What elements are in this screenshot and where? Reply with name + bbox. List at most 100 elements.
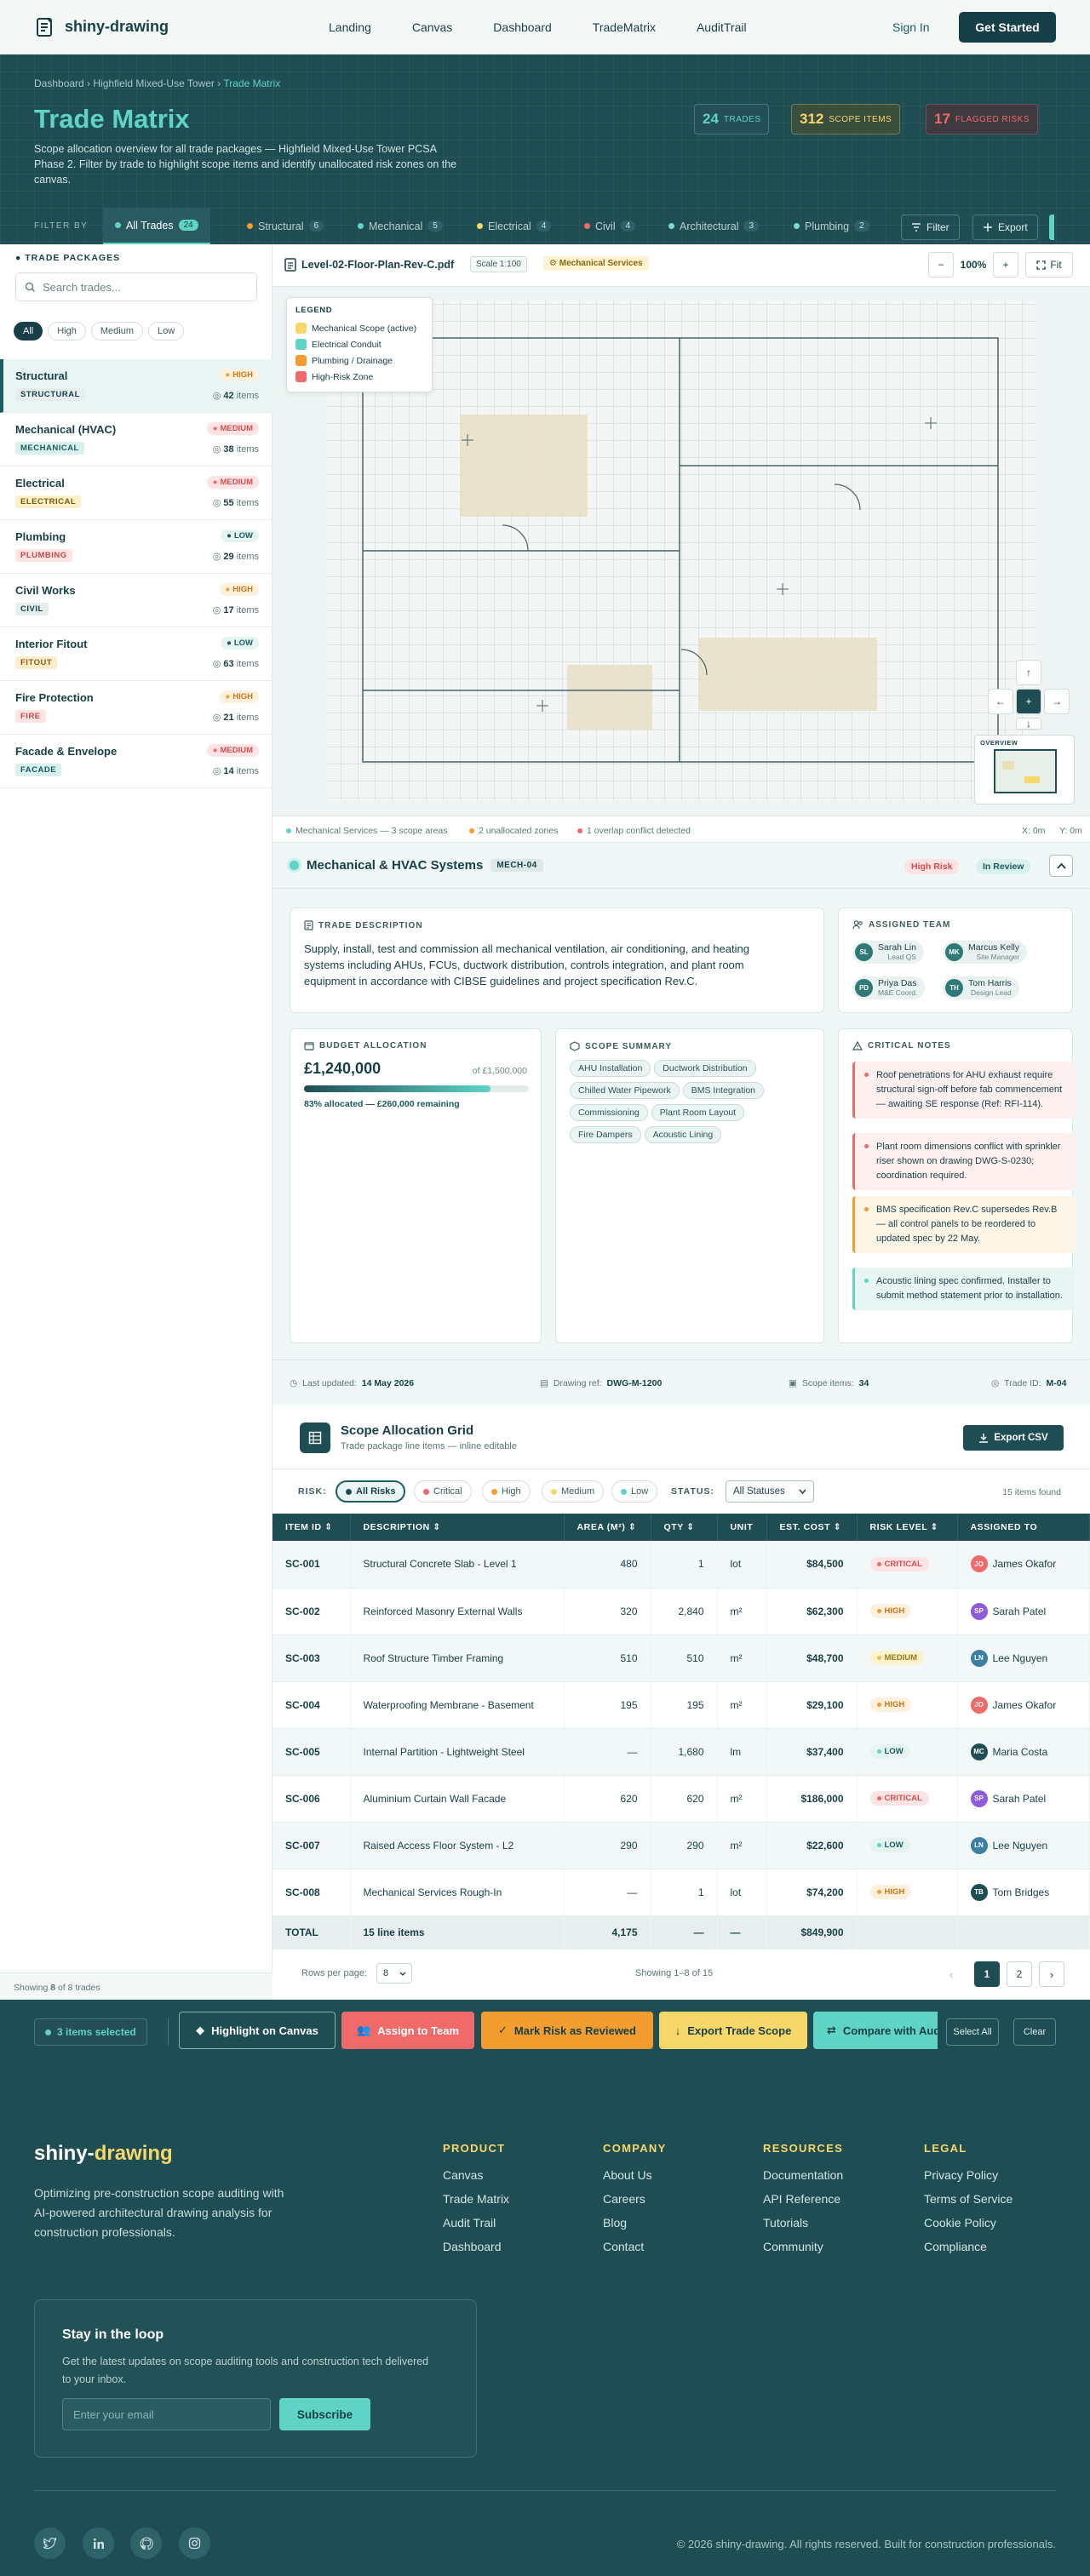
table-row[interactable]: SC-007 Raised Access Floor System - L2 290… (272, 1822, 1090, 1869)
trade-package-item[interactable]: Fire Protection FIRE ● HIGH ◎ 21 items (0, 681, 272, 735)
footer-link[interactable]: Privacy Policy (924, 2168, 1013, 2182)
risk-chip-critical[interactable]: Critical (414, 1480, 472, 1503)
risk-chip-medium[interactable]: Medium (542, 1480, 605, 1503)
footer-link[interactable]: Canvas (443, 2168, 509, 2182)
page-button-1[interactable]: 1 (974, 1961, 1000, 1987)
cell-assignee[interactable]: JO James Okafor (957, 1681, 1090, 1729)
trade-package-item[interactable]: Structural STRUCTURAL ● HIGH ◎ 42 items (0, 359, 272, 413)
team-member[interactable]: PD Priya Das M&E Coord. (852, 976, 926, 999)
linkedin-icon[interactable] (83, 2527, 114, 2559)
pan-down-button[interactable]: ↓ (1016, 718, 1041, 730)
instagram-icon[interactable] (179, 2527, 210, 2559)
cell-risk[interactable]: HIGH (857, 1588, 958, 1635)
risk-chip-high[interactable]: High (482, 1480, 531, 1503)
trade-package-item[interactable]: Facade & Envelope FACADE ● MEDIUM ◎ 14 items (0, 735, 272, 788)
filter-button[interactable]: Filter (901, 215, 960, 240)
table-row[interactable]: SC-005 Internal Partition - Lightweight S… (272, 1728, 1090, 1776)
cell-cost[interactable]: $62,300 (766, 1588, 858, 1635)
scope-pill[interactable]: Chilled Water Pipework (570, 1082, 680, 1099)
table-row[interactable]: SC-008 Mechanical Services Rough-In —1 lot $… (272, 1869, 1090, 1916)
subscribe-button[interactable]: Subscribe (279, 2398, 370, 2430)
cell-risk[interactable]: HIGH (857, 1681, 958, 1729)
cell-cost[interactable]: $74,200 (766, 1869, 858, 1916)
footer-link[interactable]: Compliance (924, 2240, 1013, 2253)
cell-assignee[interactable]: SP Sarah Patel (957, 1588, 1090, 1635)
cell-assignee[interactable]: MC Maria Costa (957, 1728, 1090, 1776)
pan-up-button[interactable]: ↑ (1016, 660, 1041, 685)
trade-package-item[interactable]: Civil Works CIVIL ● HIGH ◎ 17 items (0, 574, 272, 627)
cell-cost[interactable]: $37,400 (766, 1728, 858, 1776)
cell-cost[interactable]: $84,500 (766, 1541, 858, 1589)
footer-link[interactable]: Careers (603, 2192, 667, 2206)
table-row[interactable]: SC-001 Structural Concrete Slab - Level 1… (272, 1541, 1090, 1589)
cell-description[interactable]: Structural Concrete Slab - Level 1 (350, 1541, 565, 1589)
collapse-button[interactable] (1049, 855, 1073, 877)
cell-area[interactable]: 320 (564, 1588, 651, 1635)
column-header[interactable]: ITEM ID ⇕ (272, 1514, 351, 1541)
table-row[interactable]: SC-004 Waterproofing Membrane - Basement 1… (272, 1681, 1090, 1729)
tab-plumbing[interactable]: Plumbing 2 (794, 208, 869, 244)
scope-pill[interactable]: Commissioning (570, 1104, 648, 1121)
footer-link[interactable]: Dashboard (443, 2240, 509, 2253)
drawing-canvas[interactable]: LEGEND Mechanical Scope (active) Electri… (272, 287, 1090, 816)
trade-package-item[interactable]: Interior Fitout FITOUT ● LOW ◎ 63 items (0, 627, 272, 681)
pan-center-button[interactable]: + (1016, 689, 1041, 714)
footer-link[interactable]: Blog (603, 2216, 667, 2230)
tab-civil[interactable]: Civil 4 (584, 208, 636, 244)
breadcrumb-dashboard[interactable]: Dashboard (34, 77, 84, 89)
compare-with-audit-button[interactable]: ⇄ Compare with Audit (813, 2012, 938, 2049)
footer-brand[interactable]: shiny-drawing (34, 2142, 173, 2166)
trade-package-item[interactable]: Mechanical (HVAC) MECHANICAL ● MEDIUM ◎ 38 i… (0, 413, 272, 467)
tab-all-trades[interactable]: All Trades 24 (103, 208, 210, 244)
status-select[interactable]: All Statuses (726, 1480, 814, 1503)
cell-description[interactable]: Aluminium Curtain Wall Facade (350, 1775, 565, 1823)
cell-qty[interactable]: 195 (651, 1681, 718, 1729)
github-icon[interactable] (130, 2527, 162, 2559)
footer-link[interactable]: Community (763, 2240, 843, 2253)
select-all-button[interactable]: Select All (946, 2018, 999, 2046)
cell-area[interactable]: — (564, 1728, 651, 1776)
footer-link[interactable]: Audit Trail (443, 2216, 509, 2230)
sign-in-link[interactable]: Sign In (892, 20, 930, 34)
scope-pill[interactable]: Ductwork Distribution (654, 1060, 756, 1077)
newsletter-email-input[interactable]: Enter your email (62, 2398, 271, 2430)
cell-description[interactable]: Roof Structure Timber Framing (350, 1634, 565, 1682)
tab-architectural[interactable]: Architectural 3 (668, 208, 760, 244)
chip-medium[interactable]: Medium (90, 322, 143, 341)
cell-risk[interactable]: CRITICAL (857, 1775, 958, 1823)
chip-all[interactable]: All (14, 322, 43, 341)
cell-risk[interactable]: LOW (857, 1728, 958, 1776)
team-member[interactable]: TH Tom Harris Design Lead (943, 976, 1019, 999)
tab-electrical[interactable]: Electrical 4 (477, 208, 552, 244)
twitter-icon[interactable] (34, 2527, 66, 2559)
cell-assignee[interactable]: SP Sarah Patel (957, 1775, 1090, 1823)
page-button-2[interactable]: 2 (1007, 1961, 1032, 1987)
scope-pill[interactable]: Acoustic Lining (644, 1126, 722, 1143)
footer-link[interactable]: Cookie Policy (924, 2216, 1013, 2230)
cell-risk[interactable]: MEDIUM (857, 1634, 958, 1682)
column-header[interactable]: DESCRIPTION ⇕ (350, 1514, 565, 1541)
scope-pill[interactable]: AHU Installation (570, 1060, 651, 1077)
zoom-in-button[interactable]: + (993, 252, 1018, 278)
column-header[interactable]: QTY ⇕ (651, 1514, 718, 1541)
export-button[interactable]: Export (972, 215, 1038, 240)
cell-qty[interactable]: 290 (651, 1822, 718, 1869)
pan-right-button[interactable]: → (1044, 689, 1070, 714)
nav-link-canvas[interactable]: Canvas (412, 20, 452, 34)
footer-link[interactable]: Trade Matrix (443, 2192, 509, 2206)
risk-chip-all[interactable]: All Risks (336, 1480, 406, 1503)
rows-per-page-select[interactable]: 8 (376, 1963, 412, 1984)
scope-pill[interactable]: Fire Dampers (570, 1126, 641, 1143)
cell-assignee[interactable]: LN Lee Nguyen (957, 1822, 1090, 1869)
cell-area[interactable]: 620 (564, 1775, 651, 1823)
trade-package-item[interactable]: Plumbing PLUMBING ● LOW ◎ 29 items (0, 520, 272, 574)
table-row[interactable]: SC-002 Reinforced Masonry External Walls 3… (272, 1588, 1090, 1635)
trade-search-input[interactable]: Search trades... (15, 272, 257, 301)
cell-area[interactable]: 510 (564, 1634, 651, 1682)
trade-package-item[interactable]: Electrical ELECTRICAL ● MEDIUM ◎ 55 items (0, 467, 272, 520)
cell-area[interactable]: 480 (564, 1541, 651, 1589)
column-header[interactable]: RISK LEVEL ⇕ (857, 1514, 958, 1541)
footer-link[interactable]: Documentation (763, 2168, 843, 2182)
canvas-overview-minimap[interactable]: OVERVIEW (974, 735, 1075, 804)
chip-low[interactable]: Low (147, 322, 185, 341)
